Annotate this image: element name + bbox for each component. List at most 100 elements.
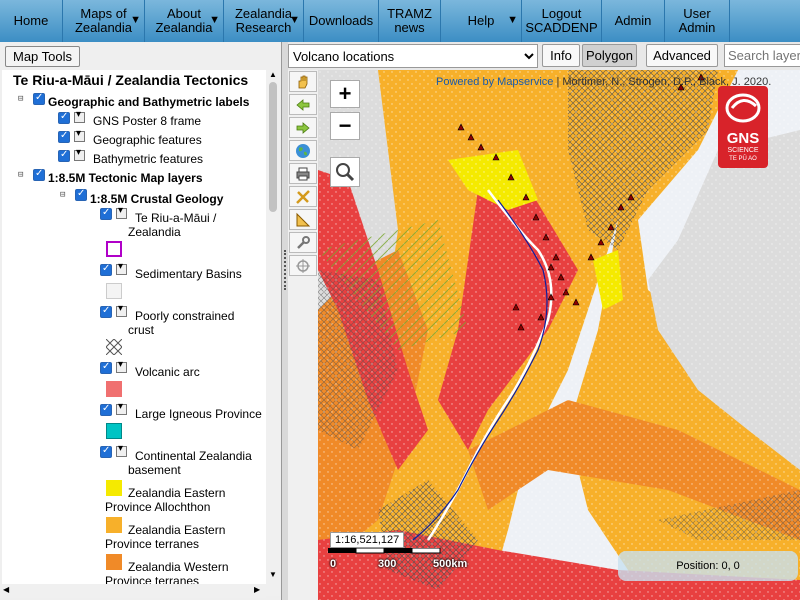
layer-options-dropdown[interactable]	[116, 401, 127, 415]
swatch-poorly-constrained-crust	[106, 339, 122, 355]
layer-options-dropdown[interactable]	[74, 128, 85, 142]
layer-poorly-constrained-crust: Poorly constrained	[135, 309, 235, 323]
checkbox-crustal-geology[interactable]	[75, 188, 87, 201]
layer-continental-basement-line2: basement	[128, 463, 181, 477]
layer-zealandia: Te Riu-a-Māui /	[135, 211, 217, 225]
map-tools-button[interactable]: Map Tools	[5, 46, 80, 67]
group-geographic-labels: Geographic and Bathymetric labels	[48, 95, 250, 109]
group-tectonic-map-layers: 1:8.5M Tectonic Map layers	[48, 171, 203, 185]
nav-maps-label: Maps of Zealandia	[74, 6, 133, 35]
scale-label-0: 0	[330, 558, 337, 570]
layer-options-dropdown[interactable]	[116, 443, 127, 457]
layer-options-dropdown[interactable]	[116, 359, 127, 373]
logo-tepuao-text: TE PŪ AO	[729, 156, 757, 162]
scrollbar-thumb[interactable]	[269, 82, 277, 212]
scroll-up-icon[interactable]: ▲	[269, 70, 277, 79]
info-button[interactable]: Info	[542, 44, 580, 67]
legend-swatch-eastern-terranes	[106, 517, 122, 533]
layer-bathymetric-features: Bathymetric features	[93, 152, 204, 166]
swatch-sedimentary-basins	[106, 283, 122, 299]
nav-admin[interactable]: Admin	[602, 0, 665, 42]
back-arrow-icon[interactable]	[289, 94, 317, 115]
nav-home[interactable]: Home	[0, 0, 63, 42]
checkbox-sedimentary-basins[interactable]	[100, 263, 112, 276]
nav-logout[interactable]: Logout SCADDENP	[522, 0, 602, 42]
zoom-in-button[interactable]: +	[330, 80, 360, 108]
layer-tree-title: Te Riu-a-Māui / Zealandia Tectonics	[13, 72, 249, 88]
nav-downloads[interactable]: Downloads	[304, 0, 379, 42]
checkbox-volcanic-arc[interactable]	[100, 361, 112, 374]
collapse-icon[interactable]: ⊟	[18, 94, 23, 104]
scroll-right-icon[interactable]: ▶	[254, 585, 260, 594]
measure-distance-icon[interactable]	[289, 186, 317, 207]
legend-swatch-western-terranes	[106, 554, 122, 570]
chevron-down-icon: ▼	[209, 14, 220, 26]
nav-filler	[730, 0, 800, 42]
layer-tree: Te Riu-a-Māui / Zealandia Tectonics ⊟ Ge…	[2, 70, 266, 596]
checkbox-geographic-labels[interactable]	[33, 92, 45, 105]
gns-science-logo: GNS SCIENCE TE PŪ AO	[718, 86, 768, 168]
layer-options-dropdown[interactable]	[116, 205, 127, 219]
layer-continental-basement: Continental Zealandia	[135, 449, 252, 463]
chevron-down-icon: ▼	[507, 14, 518, 26]
query-layer-select[interactable]: Volcano locations	[288, 44, 538, 68]
legend-swatch-eastern-allochthon	[106, 480, 122, 496]
nav-tramz-label: TRAMZ news	[387, 6, 432, 35]
measure-area-icon[interactable]	[289, 209, 317, 230]
swatch-large-igneous-province	[106, 423, 122, 439]
layer-geographic-features: Geographic features	[93, 133, 202, 147]
mapservice-link[interactable]: Mapservice	[497, 76, 553, 88]
search-layers-input[interactable]	[724, 44, 800, 67]
checkbox-bathymetric-features[interactable]	[58, 149, 70, 162]
scale-bar	[328, 548, 441, 554]
checkbox-poorly-constrained-crust[interactable]	[100, 305, 112, 318]
nav-user-admin-label: User Admin	[678, 6, 716, 35]
powered-by-link[interactable]: Powered by	[436, 76, 494, 88]
nav-about-zealandia[interactable]: About Zealandia ▼	[145, 0, 224, 42]
chevron-down-icon: ▼	[130, 14, 141, 26]
layer-options-dropdown[interactable]	[116, 303, 127, 317]
polygon-button[interactable]: Polygon	[582, 44, 637, 67]
zoom-box-button[interactable]	[330, 157, 360, 187]
nav-user-admin[interactable]: User Admin	[665, 0, 730, 42]
pan-hand-icon[interactable]	[289, 71, 317, 92]
checkbox-continental-basement[interactable]	[100, 445, 112, 458]
map-toolbar: Volcano locations Info Polygon Advanced	[288, 42, 800, 70]
layer-options-dropdown[interactable]	[74, 109, 85, 123]
checkbox-geographic-features[interactable]	[58, 130, 70, 143]
scroll-left-icon[interactable]: ◀	[3, 585, 9, 594]
swatch-zealandia	[106, 241, 122, 257]
legend-eastern-allochthon-line2: Province Allochthon	[105, 500, 211, 514]
scroll-down-icon[interactable]: ▼	[269, 570, 277, 579]
settings-wrench-icon[interactable]	[289, 232, 317, 253]
legend-eastern-allochthon: Zealandia Eastern	[128, 486, 226, 500]
map-view[interactable]: Powered by Mapservice | Mortimer, N., St…	[318, 70, 800, 600]
scale-label-300: 300	[378, 558, 397, 570]
nav-maps-of-zealandia[interactable]: Maps of Zealandia ▼	[63, 0, 145, 42]
nav-help[interactable]: Help ▼	[441, 0, 522, 42]
layer-options-dropdown[interactable]	[116, 261, 127, 275]
forward-arrow-icon[interactable]	[289, 117, 317, 138]
nav-tramz-news[interactable]: TRAMZ news	[379, 0, 441, 42]
logo-gns-text: GNS	[726, 130, 760, 147]
print-icon[interactable]	[289, 163, 317, 184]
collapse-icon[interactable]: ⊟	[60, 190, 65, 200]
globe-icon[interactable]	[289, 140, 317, 161]
checkbox-zealandia[interactable]	[100, 207, 112, 220]
checkbox-gns-poster-frame[interactable]	[58, 111, 70, 124]
vertical-scrollbar[interactable]: ▲ ▼	[266, 70, 280, 596]
advanced-button[interactable]: Advanced	[646, 44, 718, 67]
collapse-icon[interactable]: ⊟	[18, 170, 23, 180]
nav-downloads-label: Downloads	[308, 13, 374, 28]
layer-volcanic-arc: Volcanic arc	[135, 365, 200, 379]
layer-zealandia-line2: Zealandia	[128, 225, 181, 239]
nav-zealandia-research[interactable]: Zealandia Research ▼	[224, 0, 304, 42]
swatch-volcanic-arc	[106, 381, 122, 397]
layer-options-dropdown[interactable]	[74, 147, 85, 161]
crosshair-icon[interactable]	[289, 255, 317, 276]
zoom-out-button[interactable]: −	[330, 112, 360, 140]
checkbox-tectonic-map-layers[interactable]	[33, 168, 45, 181]
checkbox-large-igneous-province[interactable]	[100, 403, 112, 416]
horizontal-scrollbar[interactable]: ◀ ▶	[0, 584, 266, 598]
legend-eastern-terranes-line2: Province terranes	[105, 537, 200, 551]
